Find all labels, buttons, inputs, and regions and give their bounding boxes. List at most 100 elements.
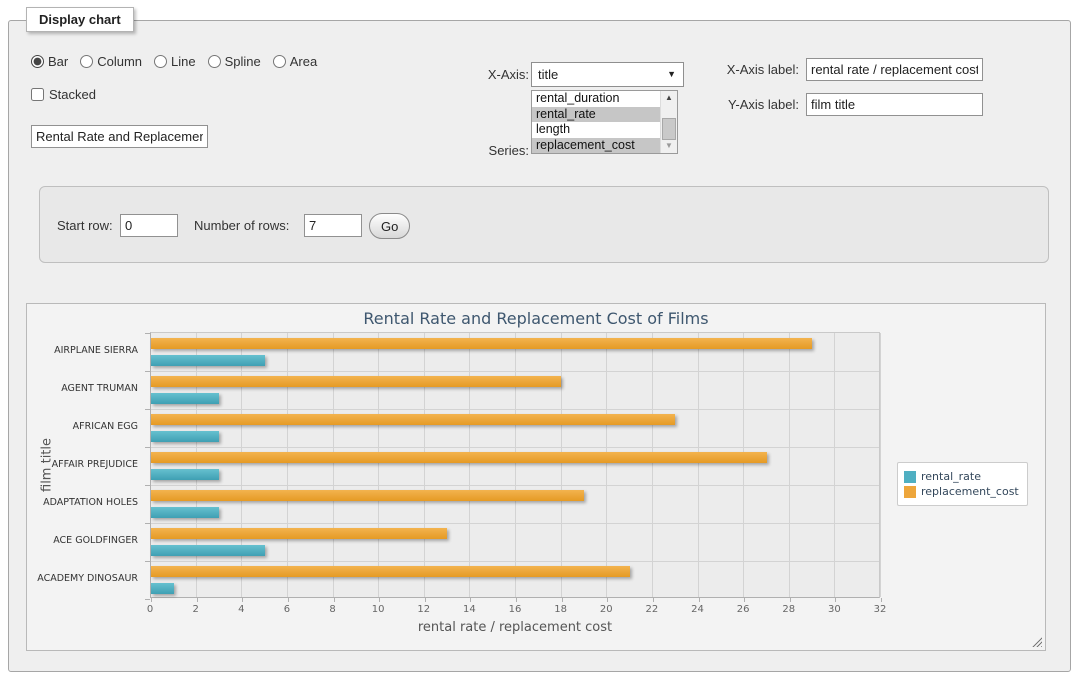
x-tick-mark [334,598,335,602]
resize-handle-icon[interactable] [1031,636,1042,647]
gridline-vertical [196,333,197,597]
y-tick-mark [145,409,150,410]
chart-type-radio-label: Column [97,54,142,69]
gridline-vertical [606,333,607,597]
x-tick-label: 6 [267,604,307,615]
gridline-vertical [789,333,790,597]
legend-item-rental_rate[interactable]: rental_rate [904,470,1019,483]
series-list-label: Series: [429,143,529,158]
x-axis-label-input[interactable] [806,58,983,81]
x-tick-label: 16 [495,604,535,615]
y-tick-mark [145,599,150,600]
bar-replacement_cost-1[interactable] [151,376,561,387]
stacked-checkbox[interactable] [31,88,44,101]
chart-type-option-line: Line [154,54,196,69]
category-label: AFFAIR PREJUDICE [27,446,144,484]
gridline-vertical [743,333,744,597]
y-axis-label-input[interactable] [806,93,983,116]
y-axis-label-label: Y-Axis label: [699,97,799,112]
display-chart-panel: Display chart BarColumnLineSplineArea St… [8,20,1071,672]
gridline-vertical [241,333,242,597]
panel-title: Display chart [26,7,134,32]
bar-replacement_cost-0[interactable] [151,338,812,349]
bar-rental_rate-2[interactable] [151,431,219,442]
bar-replacement_cost-6[interactable] [151,566,630,577]
num-rows-input[interactable] [304,214,362,237]
scroll-up-icon[interactable]: ▲ [661,91,677,105]
chart-type-radio-line[interactable] [154,55,167,68]
chart-type-radio-column[interactable] [80,55,93,68]
x-tick-label: 2 [176,604,216,615]
num-rows-label: Number of rows: [194,218,289,233]
chart-type-option-bar: Bar [31,54,68,69]
x-tick-mark [653,598,654,602]
rows-panel: Start row: Number of rows: Go [39,186,1049,263]
x-tick-mark [379,598,380,602]
y-tick-mark [145,333,150,334]
x-tick-mark [744,598,745,602]
start-row-input[interactable] [120,214,178,237]
stacked-label: Stacked [49,87,96,102]
x-tick-label: 18 [541,604,581,615]
bar-rental_rate-1[interactable] [151,393,219,404]
legend-swatch-icon [904,486,916,498]
category-label: ACE GOLDFINGER [27,522,144,560]
bar-replacement_cost-5[interactable] [151,528,447,539]
chevron-down-icon: ▼ [667,69,676,79]
scroll-down-icon[interactable]: ▼ [661,139,677,153]
series-multiselect[interactable]: rental_durationrental_ratelengthreplacem… [531,90,678,154]
chart-type-radio-label: Spline [225,54,261,69]
chart-type-radio-spline[interactable] [208,55,221,68]
category-label: ADAPTATION HOLES [27,484,144,522]
gridline-vertical [424,333,425,597]
series-scrollbar[interactable]: ▲ ▼ [660,91,677,153]
legend-label: rental_rate [921,470,981,483]
gridline-horizontal [151,371,879,372]
x-tick-label: 4 [221,604,261,615]
bar-replacement_cost-3[interactable] [151,452,767,463]
x-tick-label: 0 [130,604,170,615]
gridline-vertical [652,333,653,597]
x-tick-label: 28 [769,604,809,615]
x-axis-select[interactable]: title ▼ [531,62,684,87]
bar-rental_rate-4[interactable] [151,507,219,518]
x-tick-label: 8 [313,604,353,615]
series-option-length[interactable]: length [532,122,662,138]
x-tick-mark [516,598,517,602]
x-tick-mark [197,598,198,602]
bar-rental_rate-3[interactable] [151,469,219,480]
x-tick-label: 26 [723,604,763,615]
gridline-vertical [333,333,334,597]
bar-rental_rate-5[interactable] [151,545,265,556]
x-tick-label: 30 [814,604,854,615]
gridline-vertical [698,333,699,597]
chart-type-radio-label: Bar [48,54,68,69]
x-tick-mark [881,598,882,602]
chart-type-radio-bar[interactable] [31,55,44,68]
x-axis-selected-value: title [538,67,558,82]
x-tick-label: 20 [586,604,626,615]
legend-item-replacement_cost[interactable]: replacement_cost [904,485,1019,498]
bar-rental_rate-6[interactable] [151,583,174,594]
x-tick-label: 12 [404,604,444,615]
go-button[interactable]: Go [369,213,410,239]
gridline-vertical [469,333,470,597]
x-tick-mark [470,598,471,602]
gridline-horizontal [151,523,879,524]
y-tick-mark [145,561,150,562]
scrollbar-thumb[interactable] [662,118,676,140]
chart-type-radio-area[interactable] [273,55,286,68]
gridline-vertical [880,333,881,597]
series-option-replacement_cost[interactable]: replacement_cost [532,138,662,154]
bar-replacement_cost-4[interactable] [151,490,584,501]
gridline-horizontal [151,409,879,410]
series-option-rental_duration[interactable]: rental_duration [532,91,662,107]
bar-rental_rate-0[interactable] [151,355,265,366]
series-option-rental_rate[interactable]: rental_rate [532,107,662,123]
y-tick-mark [145,371,150,372]
gridline-horizontal [151,561,879,562]
chart-legend: rental_rate replacement_cost [897,462,1028,506]
bar-replacement_cost-2[interactable] [151,414,675,425]
x-axis-title: rental rate / replacement cost [150,620,880,635]
chart-title-input[interactable] [31,125,208,148]
